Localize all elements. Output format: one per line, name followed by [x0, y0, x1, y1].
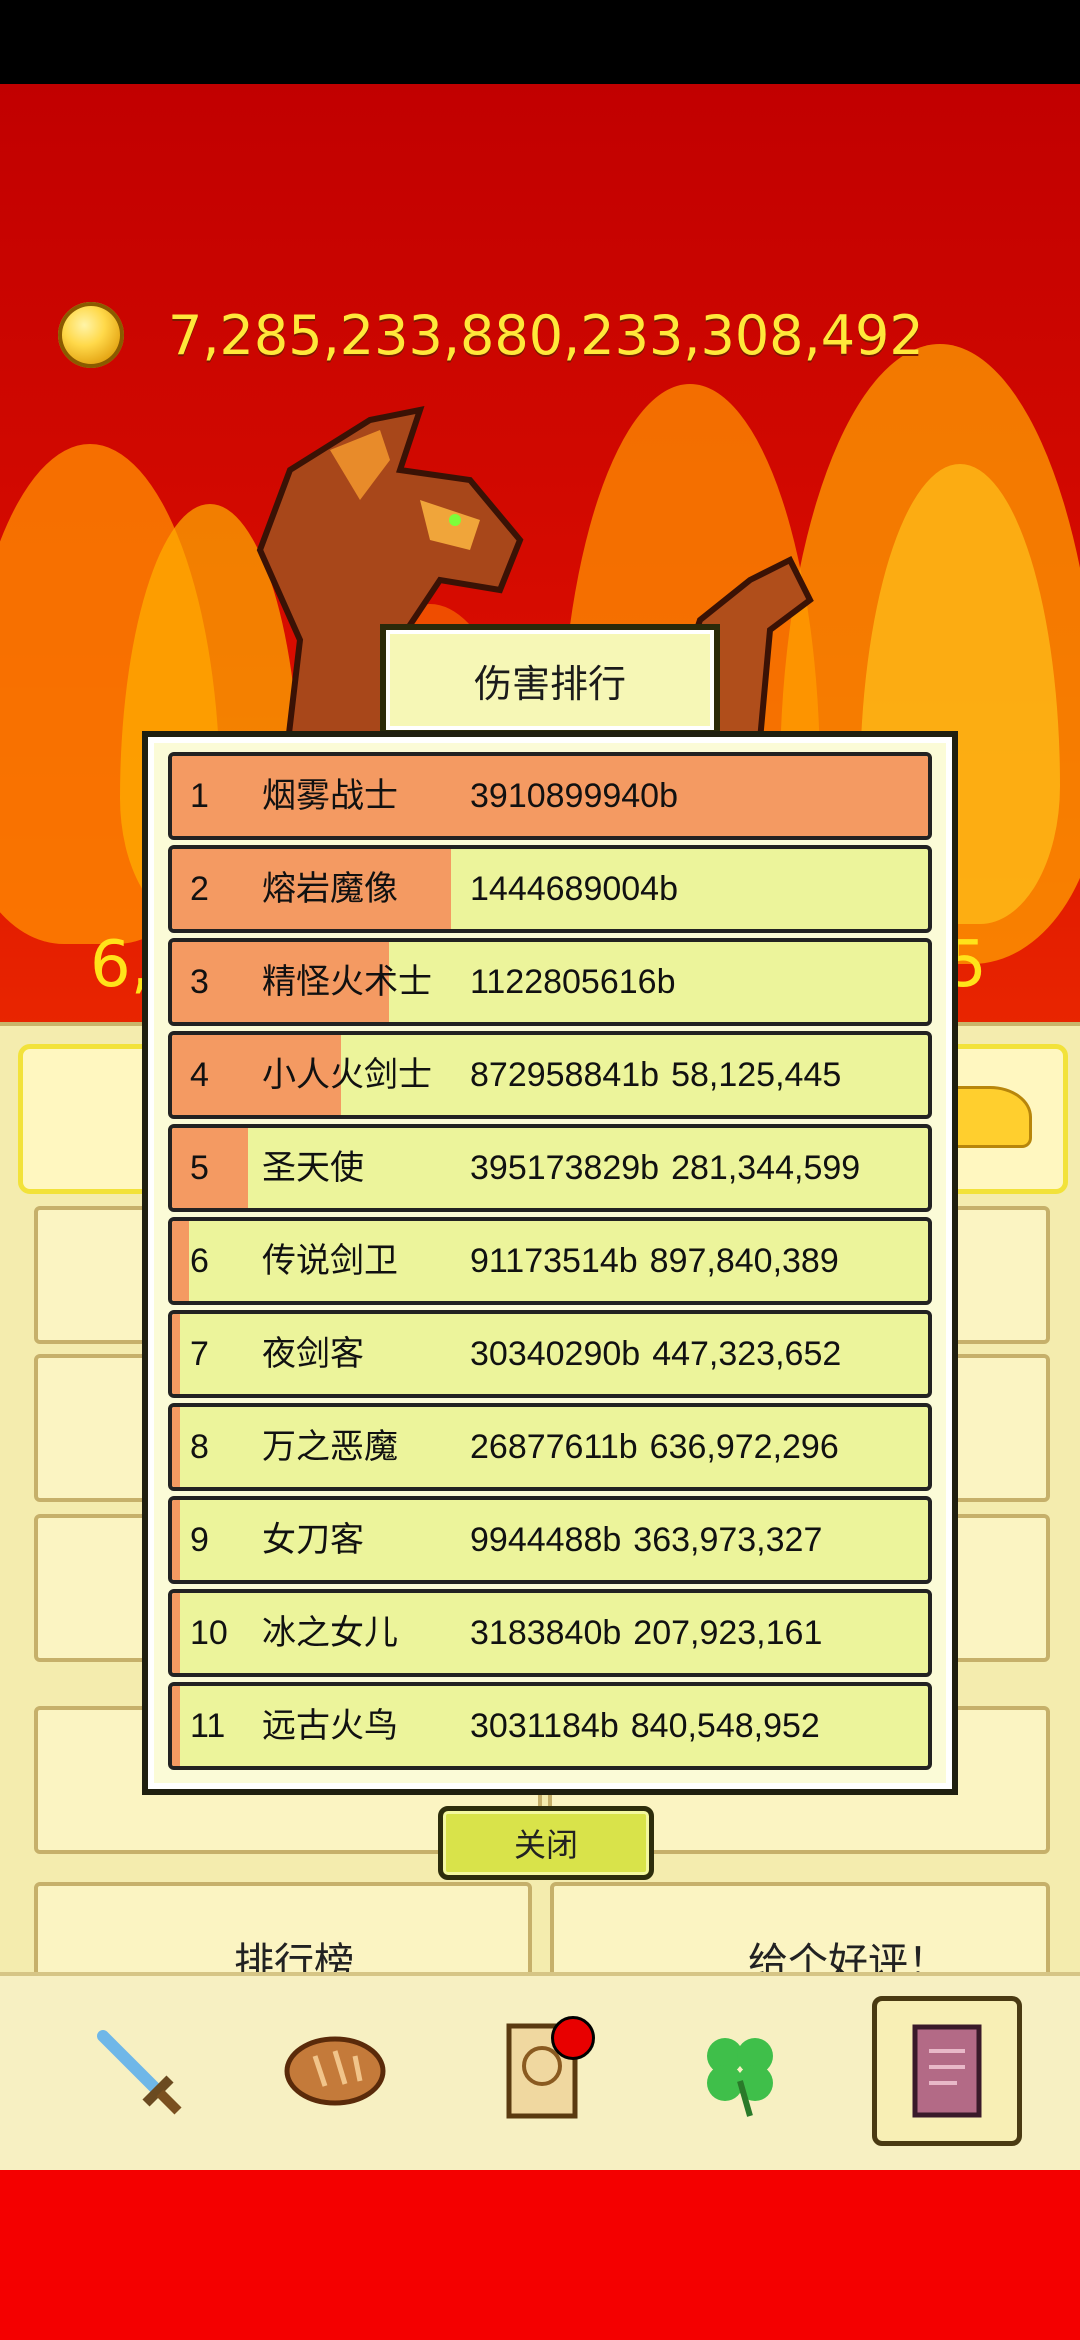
damage-value: 1122805616b [470, 942, 687, 1022]
nav-luck[interactable] [680, 2006, 800, 2136]
damage-amount: 3910899940b [470, 777, 679, 815]
rank-number: 5 [190, 1149, 209, 1187]
damage-extra: 363,973,327 [633, 1521, 823, 1559]
damage-extra: 840,548,952 [630, 1707, 820, 1745]
gold-coin-icon [58, 302, 124, 368]
damage-amount: 3183840b [470, 1614, 622, 1652]
bread-icon [284, 2036, 386, 2106]
bottom-red-area [0, 2170, 1080, 2340]
hero-name: 小人火剑士 [262, 1055, 432, 1095]
damage-extra: 207,923,161 [633, 1614, 823, 1652]
ranking-row: 4 小人火剑士 872958841b 58,125,445 [168, 1031, 932, 1119]
nav-food[interactable] [275, 2006, 395, 2136]
hero-name: 精怪火术士 [262, 962, 432, 1002]
ranking-row: 7 夜剑客 30340290b 447,323,652 [168, 1310, 932, 1398]
damage-extra: 447,323,652 [652, 1335, 842, 1373]
hero-name: 传说剑卫 [262, 1241, 398, 1281]
damage-value: 3183840b 207,923,161 [470, 1593, 822, 1673]
dialog-title-tab: 伤害排行 [380, 624, 720, 736]
damage-share-bar [172, 1500, 180, 1580]
damage-share-bar [172, 1128, 249, 1208]
damage-amount: 9944488b [470, 1521, 622, 1559]
hero-name: 夜剑客 [262, 1334, 364, 1374]
ranking-row: 1 烟雾战士 3910899940b [168, 752, 932, 840]
notification-badge [551, 2016, 595, 2060]
ranking-row: 8 万之恶魔 26877611b 636,972,296 [168, 1403, 932, 1491]
damage-share-bar [172, 1593, 180, 1673]
hero-name: 万之恶魔 [262, 1427, 398, 1467]
damage-extra: 897,840,389 [649, 1242, 839, 1280]
rank-number: 4 [190, 1056, 209, 1094]
damage-value: 395173829b 281,344,599 [470, 1128, 860, 1208]
ranking-row: 2 熔岩魔像 1444689004b [168, 845, 932, 933]
rank-number: 10 [190, 1614, 228, 1652]
book-icon [912, 2024, 982, 2118]
rank-number: 6 [190, 1242, 209, 1280]
damage-amount: 30340290b [470, 1335, 641, 1373]
rank-number: 8 [190, 1428, 209, 1466]
rank-number: 7 [190, 1335, 209, 1373]
damage-share-bar [172, 1686, 180, 1766]
damage-amount: 91173514b [470, 1242, 638, 1280]
sword-icon [97, 2030, 182, 2115]
damage-value: 9944488b 363,973,327 [470, 1500, 822, 1580]
rank-number: 11 [190, 1707, 226, 1745]
damage-value: 30340290b 447,323,652 [470, 1314, 841, 1394]
ranking-row: 9 女刀客 9944488b 363,973,327 [168, 1496, 932, 1584]
gold-amount: 7,285,233,880,233,308,492 [168, 303, 924, 367]
damage-amount: 3031184b [470, 1707, 619, 1745]
damage-extra: 281,344,599 [671, 1149, 861, 1187]
damage-amount: 395173829b [470, 1149, 660, 1187]
rank-number: 3 [190, 963, 209, 1001]
rank-number: 9 [190, 1521, 209, 1559]
hero-name: 圣天使 [262, 1148, 364, 1188]
damage-extra: 636,972,296 [649, 1428, 839, 1466]
damage-share-bar [172, 1407, 180, 1487]
damage-value: 1444689004b [470, 849, 690, 929]
damage-value: 91173514b 897,840,389 [470, 1221, 839, 1301]
rank-number: 1 [190, 777, 209, 815]
cheese-icon [948, 1086, 1032, 1148]
damage-share-bar [172, 1221, 190, 1301]
damage-ranking-dialog: 1 烟雾战士 3910899940b 2 熔岩魔像 1444689004b 3 精怪火术士 11… [142, 731, 958, 1795]
hero-name: 女刀客 [262, 1520, 364, 1560]
hero-name: 远古火鸟 [262, 1706, 398, 1746]
ranking-row: 11 远古火鸟 3031184b 840,548,952 [168, 1682, 932, 1770]
close-label: 关闭 [513, 1826, 578, 1864]
dialog-title: 伤害排行 [473, 661, 626, 706]
close-button[interactable]: 关闭 [438, 1806, 654, 1880]
damage-amount: 1122805616b [470, 963, 676, 1001]
status-bar [0, 0, 1080, 84]
ranking-row: 6 传说剑卫 91173514b 897,840,389 [168, 1217, 932, 1305]
damage-share-bar [172, 1314, 180, 1394]
damage-value: 26877611b 636,972,296 [470, 1407, 839, 1487]
gold-counter: 7,285,233,880,233,308,492 [58, 300, 924, 370]
damage-amount: 1444689004b [470, 870, 679, 908]
clover-icon [707, 2038, 773, 2117]
hero-name: 冰之女儿 [262, 1613, 398, 1653]
damage-value: 3910899940b [470, 756, 690, 836]
rank-number: 2 [190, 870, 209, 908]
ranking-row: 10 冰之女儿 3183840b 207,923,161 [168, 1589, 932, 1677]
damage-extra: 58,125,445 [671, 1056, 842, 1094]
damage-value: 3031184b 840,548,952 [470, 1686, 820, 1766]
nav-sword[interactable] [78, 2006, 198, 2136]
ranking-row: 3 精怪火术士 1122805616b [168, 938, 932, 1026]
hero-name: 烟雾战士 [262, 776, 398, 816]
damage-amount: 872958841b [470, 1056, 660, 1094]
bottom-navigation [0, 1972, 1080, 2172]
hero-name: 熔岩魔像 [262, 869, 398, 909]
nav-book[interactable] [872, 1996, 1022, 2146]
damage-value: 872958841b 58,125,445 [470, 1035, 841, 1115]
ranking-row: 5 圣天使 395173829b 281,344,599 [168, 1124, 932, 1212]
damage-amount: 26877611b [470, 1428, 638, 1466]
